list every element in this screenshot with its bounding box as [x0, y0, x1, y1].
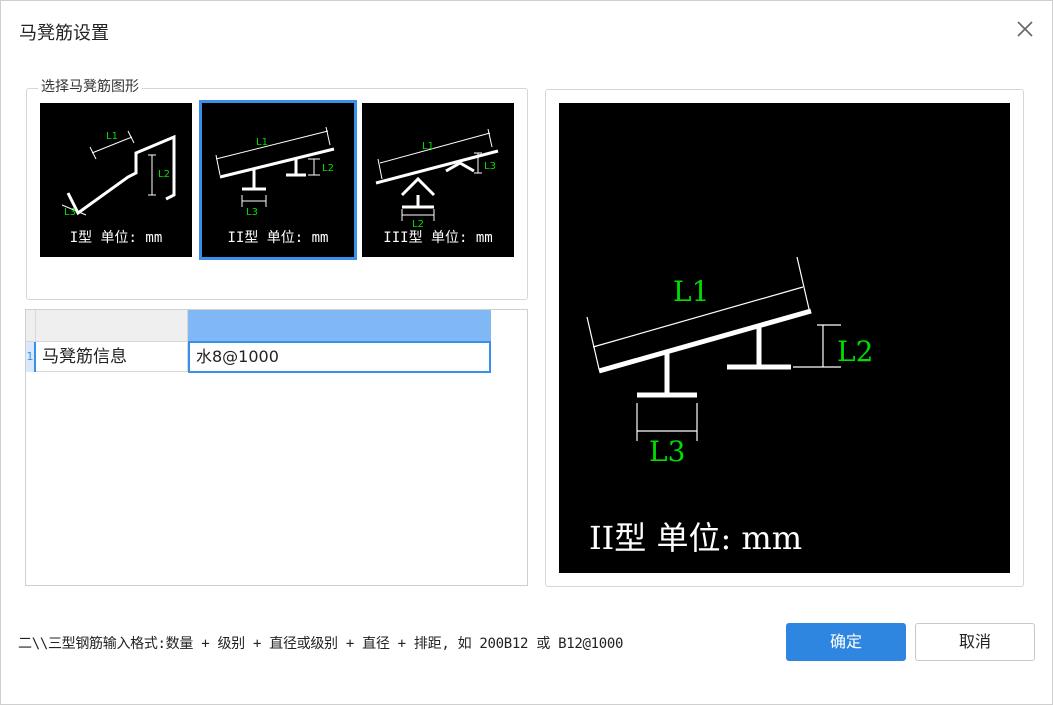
table-header-value	[188, 310, 491, 342]
table-row-name: 马凳筋信息	[36, 342, 188, 372]
shape1-l2-label: L2	[158, 169, 170, 180]
ok-button[interactable]: 确定	[786, 623, 906, 661]
preview-l2-label: L2	[837, 335, 873, 368]
shape-type3-label: III型 单位: mm	[383, 230, 493, 246]
preview-canvas: L1 L2 L3 II型 单位: mm	[559, 103, 1010, 573]
table-header-corner	[26, 310, 36, 342]
shape2-l3-label: L3	[246, 207, 258, 218]
shape-option-type2[interactable]: L1 L2 L3 II型 单位: mm	[199, 100, 357, 260]
shape-group-legend: 选择马凳筋图形	[38, 76, 142, 96]
input-format-hint: 二\\三型钢筋输入格式:数量 + 级别 + 直径或级别 + 直径 + 排距, 如…	[18, 636, 624, 652]
shape3-l3-label: L3	[484, 161, 496, 172]
shape-type2-label: II型 单位: mm	[227, 230, 329, 246]
preview-l1-label: L1	[673, 275, 709, 308]
cancel-button[interactable]: 取消	[915, 623, 1035, 661]
dialog-title: 马凳筋设置	[19, 23, 109, 44]
preview-type-label: II型 单位: mm	[589, 519, 803, 557]
table-header-name	[36, 310, 188, 342]
preview-l3-label: L3	[649, 435, 685, 468]
shape3-l1-label: L1	[422, 141, 434, 152]
shape-type1-label: I型 单位: mm	[69, 230, 163, 246]
close-icon[interactable]	[1013, 17, 1037, 41]
info-table: 1 马凳筋信息 ⽔8@1000	[25, 309, 528, 586]
shape1-l1-label: L1	[106, 131, 118, 142]
shape1-l3-label: L3	[64, 207, 76, 218]
shape2-l1-label: L1	[256, 137, 268, 148]
shape-option-type1[interactable]: L1 L2 L3 I型 单位: mm	[40, 103, 192, 257]
table-row-index: 1	[26, 342, 36, 372]
shape2-l2-label: L2	[322, 163, 334, 174]
table-row-value-field[interactable]: ⽔8@1000	[188, 341, 491, 373]
shape3-l2-label: L2	[412, 219, 424, 230]
shape-option-type3[interactable]: L1 L3 L2 III型 单位: mm	[362, 103, 514, 257]
preview-diagram: L1 L2 L3	[586, 256, 873, 468]
